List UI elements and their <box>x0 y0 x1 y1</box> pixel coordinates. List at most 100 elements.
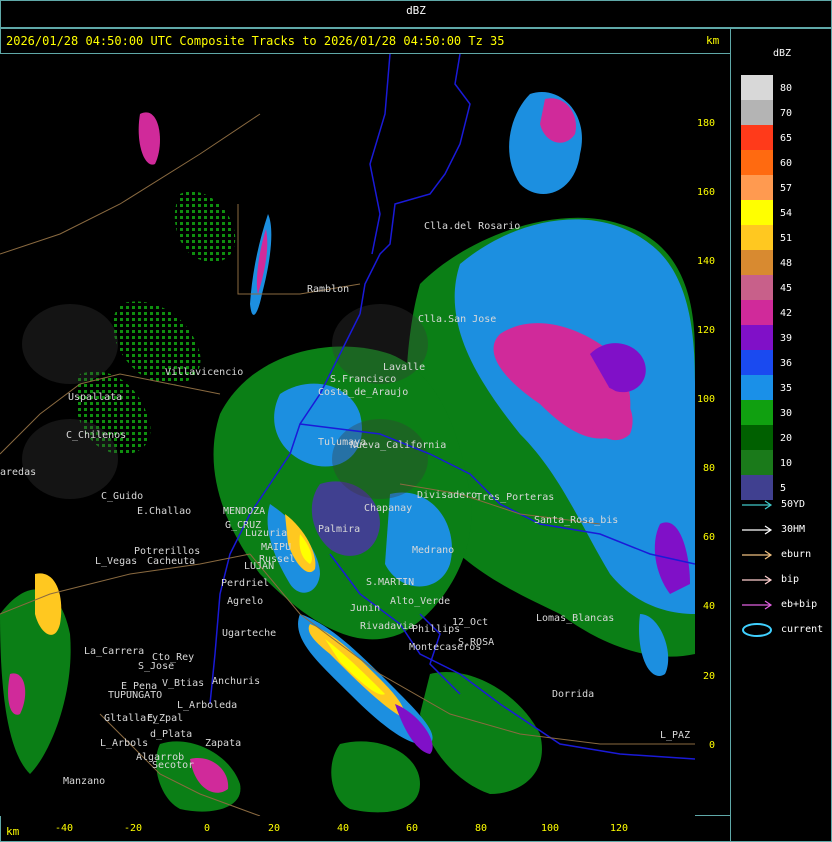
x-tick-label: 0 <box>204 823 211 834</box>
km-unit-bottom: km <box>6 825 20 838</box>
legend-swatch-20 <box>741 425 773 450</box>
legend-label-45: 45 <box>780 283 793 294</box>
legend-track-label: current <box>781 624 824 635</box>
legend-track-label: 50YD <box>781 499 806 510</box>
y-tick-label: 0 <box>709 740 716 751</box>
city-label-e-challao: E.Challao <box>137 506 192 517</box>
legend-track-label: bip <box>781 574 800 585</box>
city-label-chapanay: Chapanay <box>364 503 413 514</box>
legend-label-35: 35 <box>780 383 793 394</box>
city-label-mendoza: MENDOZA <box>223 506 266 517</box>
y-tick-label: 40 <box>703 601 716 612</box>
city-label-s-martin: S.MARTIN <box>366 577 415 588</box>
x-tick-label: 40 <box>337 823 350 834</box>
window-title: dBZ <box>406 4 426 17</box>
city-label-clla-del-rosario: Clla.del Rosario <box>424 221 521 232</box>
track-arrow-icon <box>742 550 773 560</box>
city-label-d-plata: d_Plata <box>150 729 193 740</box>
city-label-tupungato: TUPUNGATO <box>108 690 163 701</box>
legend-label-36: 36 <box>780 358 793 369</box>
legend-swatch-70 <box>741 100 773 125</box>
legend-label-10: 10 <box>780 458 793 469</box>
composite-tracks-subtitle: 2026/01/28 04:50:00 UTC Composite Tracks… <box>6 34 505 48</box>
legend-track-label: eb+bip <box>781 599 818 610</box>
city-label-montecaseros: Montecaseros <box>409 642 482 653</box>
legend-track-label: eburn <box>781 549 812 560</box>
city-label-uspallata: Uspallata <box>68 392 123 403</box>
city-label-s-jose: S_Jose <box>138 661 175 672</box>
x-tick-label: 120 <box>610 823 629 834</box>
city-label-l-vegas: L_Vegas <box>95 556 138 567</box>
city-label-divisadero: Divisadero <box>417 490 478 501</box>
city-label-anchuris: Anchuris <box>212 676 261 687</box>
city-label-agrelo: Agrelo <box>227 596 264 607</box>
x-tick-label: 100 <box>541 823 560 834</box>
x-tick-label: 20 <box>268 823 281 834</box>
city-label-junin: Junin <box>350 603 381 614</box>
city-label-e-zpal: E_Zpal <box>147 713 184 724</box>
legend-swatch-42 <box>741 300 773 325</box>
city-label-aredas: aredas <box>0 467 37 478</box>
x-tick-label: -40 <box>55 823 74 834</box>
city-label-manzano: Manzano <box>63 776 106 787</box>
city-label-la-carrera: La_Carrera <box>84 646 145 657</box>
legend-swatch-80 <box>741 75 773 100</box>
current-track-ellipse-icon <box>742 623 772 637</box>
track-arrow-icon <box>742 500 773 510</box>
legend-swatch-54 <box>741 200 773 225</box>
y-tick-label: 160 <box>697 187 716 198</box>
legend-label-48: 48 <box>780 258 793 269</box>
legend-label-39: 39 <box>780 333 793 344</box>
track-arrow-icon <box>742 525 773 535</box>
legend-label-20: 20 <box>780 433 793 444</box>
legend-label-51: 51 <box>780 233 793 244</box>
city-label-ugarteche: Ugarteche <box>222 628 277 639</box>
legend-swatch-35 <box>741 375 773 400</box>
legend-track-label: 30HM <box>781 524 806 535</box>
city-label-c-guido: C_Guido <box>101 491 144 502</box>
city-label-v-btias: V_Btias <box>162 678 205 689</box>
legend-title: dBZ <box>773 48 792 59</box>
city-label-lomas-blancas: Lomas_Blancas <box>536 613 615 624</box>
legend-label-65: 65 <box>780 133 793 144</box>
city-label-medrano: Medrano <box>412 545 455 556</box>
city-label-perdriel: Perdriel <box>221 578 270 589</box>
track-arrow-icon <box>742 575 773 585</box>
y-tick-label: 140 <box>697 256 716 267</box>
legend-label-70: 70 <box>780 108 793 119</box>
legend-label-30: 30 <box>780 408 793 419</box>
city-label-12-oct: 12_Oct <box>452 617 489 628</box>
city-label-secotor: Secotor <box>152 760 195 771</box>
city-label-maipu: MAIPU <box>261 542 292 553</box>
legend-swatch-36 <box>741 350 773 375</box>
legend-label-80: 80 <box>780 83 793 94</box>
city-label-dorrida: Dorrida <box>552 689 595 700</box>
city-label-zapata: Zapata <box>205 738 242 749</box>
city-label-tres-porteras: Tres_Porteras <box>476 492 555 503</box>
km-unit-top: km <box>706 34 720 47</box>
city-label-l-paz: L_PAZ <box>660 730 691 741</box>
x-tick-label: 60 <box>406 823 419 834</box>
legend-label-42: 42 <box>780 308 793 319</box>
city-label-rivadavia: Rivadavia <box>360 621 415 632</box>
city-label-l-arbols: L_Arbols <box>100 738 149 749</box>
legend-swatch-30 <box>741 400 773 425</box>
legend-swatch-51 <box>741 225 773 250</box>
x-tick-label: 80 <box>475 823 488 834</box>
city-label-s-francisco: S.Francisco <box>330 374 397 385</box>
y-tick-label: 20 <box>703 671 716 682</box>
y-tick-label: 60 <box>703 532 716 543</box>
legend-label-60: 60 <box>780 158 793 169</box>
city-label-l-arboleda: L_Arboleda <box>177 700 238 711</box>
city-label-nueva-california: Nueva_California <box>350 440 447 451</box>
legend-swatch-57 <box>741 175 773 200</box>
y-tick-label: 100 <box>697 394 716 405</box>
city-label-alto-verde: Alto_Verde <box>390 596 451 607</box>
legend-label-57: 57 <box>780 183 793 194</box>
city-label-lavalle: Lavalle <box>383 362 426 373</box>
city-label-palmira: Palmira <box>318 524 361 535</box>
y-tick-label: 80 <box>703 463 716 474</box>
legend-swatch-60 <box>741 150 773 175</box>
city-label-cacheuta: Cacheuta <box>147 556 196 567</box>
track-arrow-icon <box>742 600 773 610</box>
